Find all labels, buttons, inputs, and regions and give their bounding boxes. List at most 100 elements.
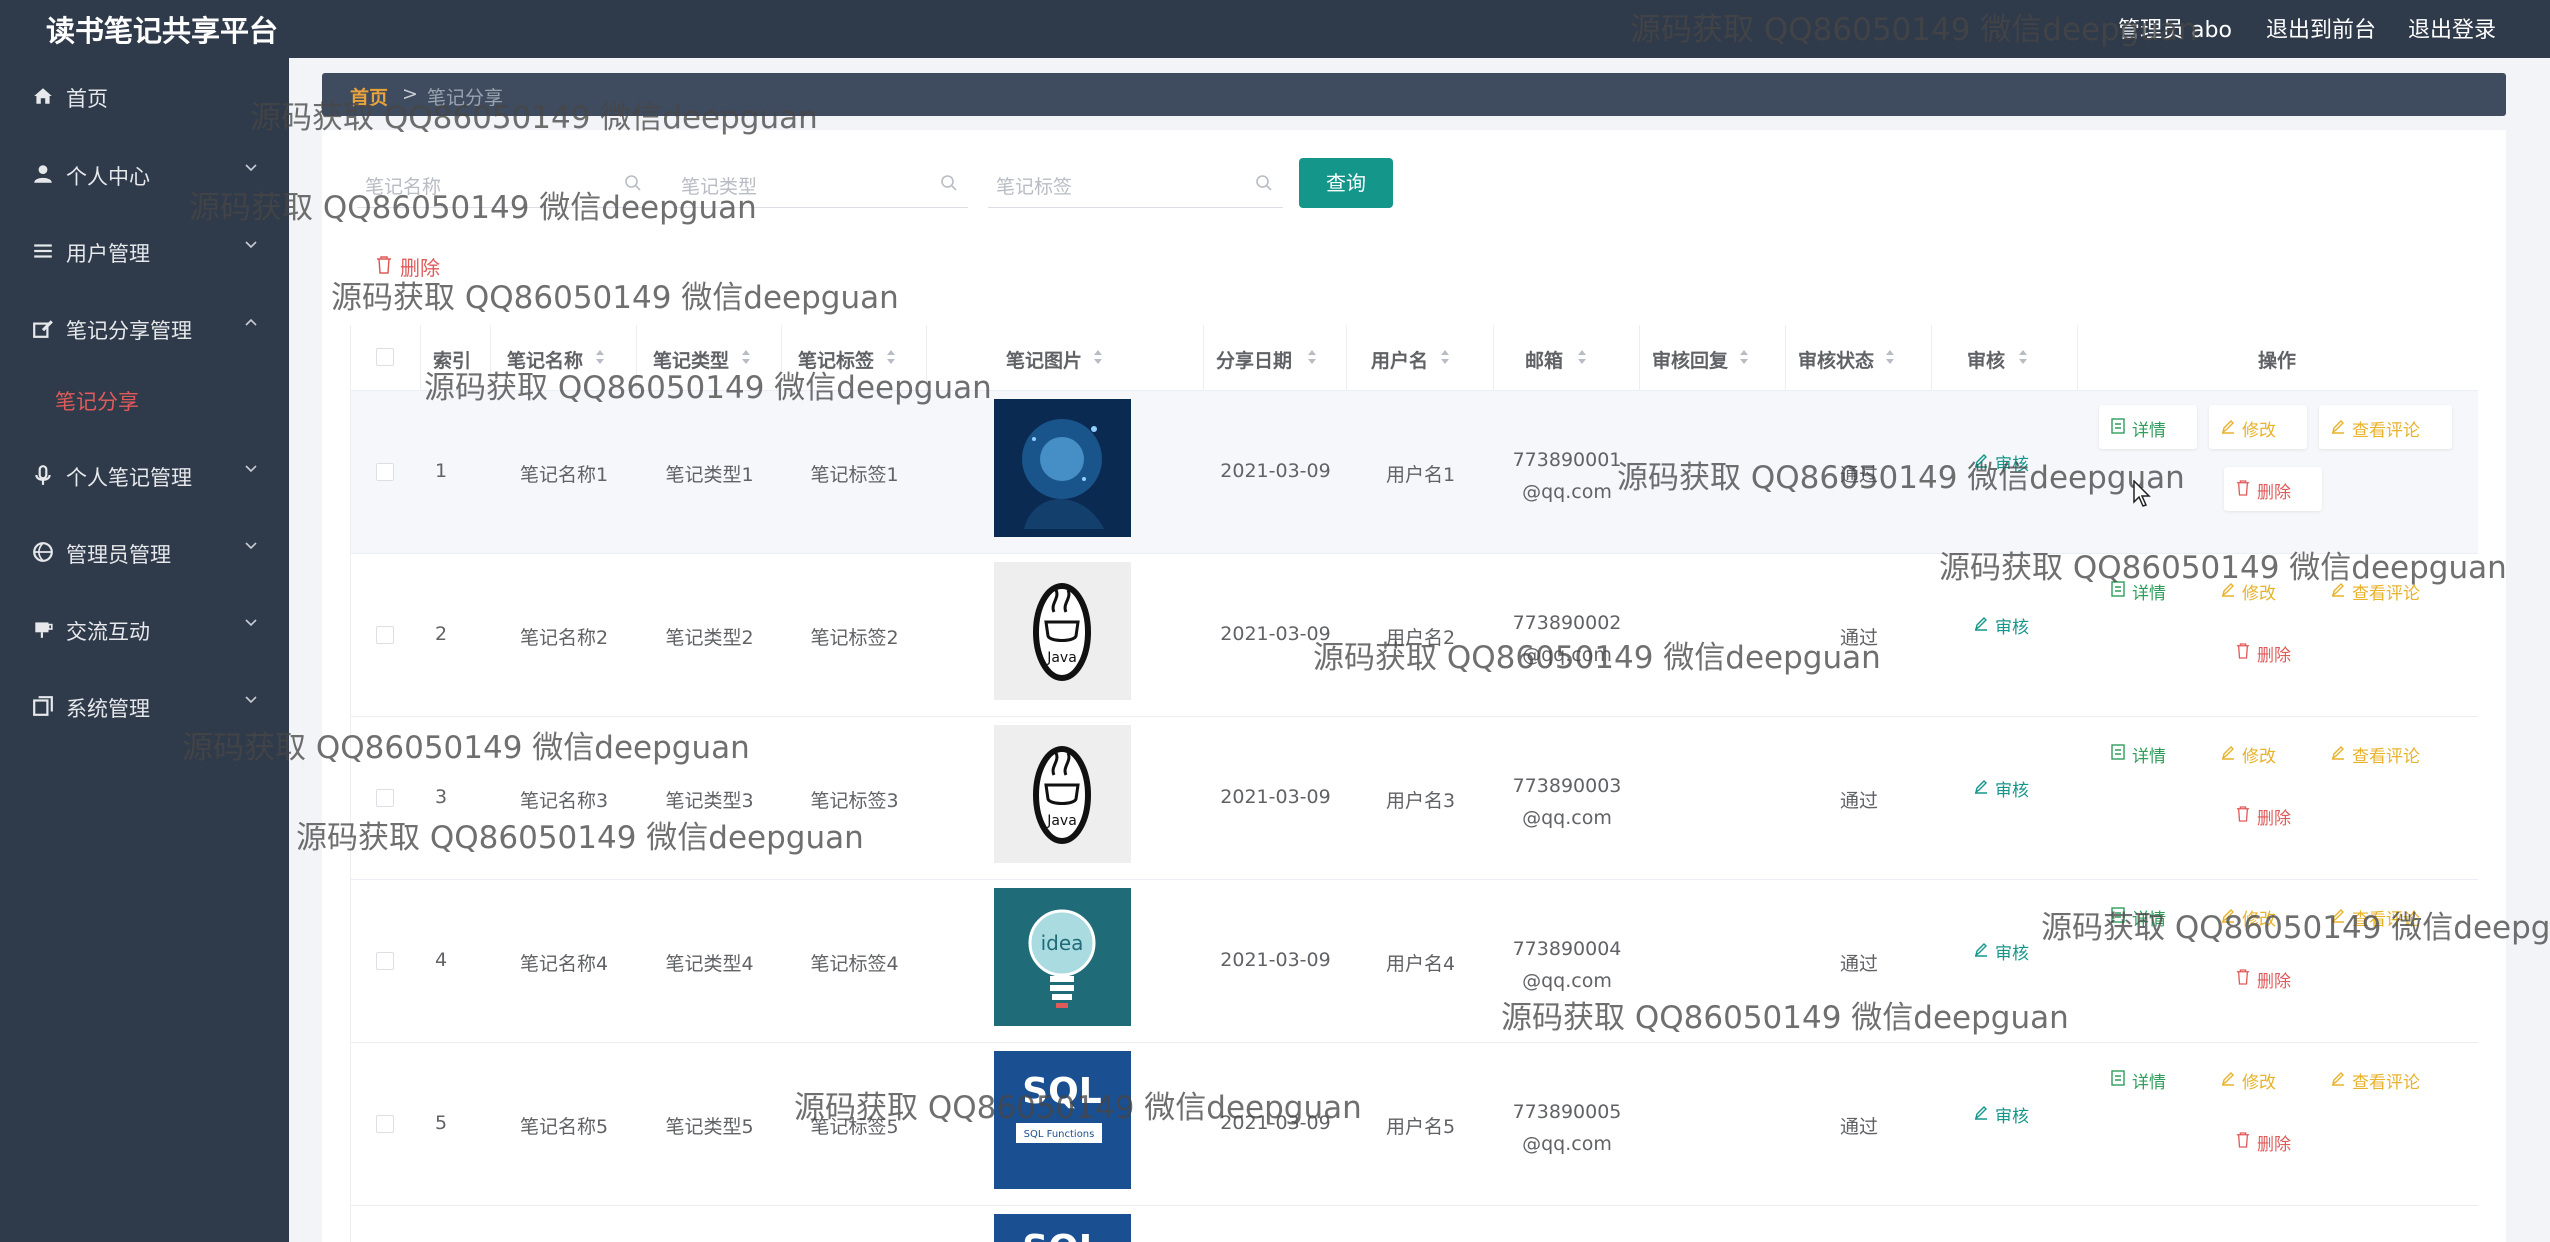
date-value: 2021-03-09	[1220, 460, 1331, 482]
row-checkbox[interactable]	[376, 789, 394, 807]
username-cell: 用户名5	[1347, 1043, 1494, 1206]
sidebar-item-note-share-management[interactable]: 笔记分享管理	[0, 299, 289, 359]
username-cell: 用户名1	[1347, 391, 1494, 554]
sort-icon[interactable]	[1307, 347, 1317, 367]
name-value: 笔记名称3	[519, 790, 609, 812]
username-value: 用户名5	[1385, 1116, 1456, 1138]
watermark: 源码获取 QQ86050149 微信deepguan	[296, 820, 864, 856]
list-icon	[34, 244, 52, 258]
idea-text: idea	[1041, 931, 1084, 955]
sidebar-item-label: 用户管理	[66, 242, 150, 266]
edit-icon	[1974, 1106, 1987, 1120]
java-logo-image[interactable]: Java	[994, 725, 1131, 863]
select-cell	[351, 880, 421, 1043]
status-value: 通过	[1839, 953, 1878, 975]
copy-icon	[33, 696, 53, 716]
delete-button[interactable]: 删除	[2224, 467, 2322, 511]
sidebar-item-interaction[interactable]: 交流互动	[0, 600, 289, 660]
watermark: 源码获取 QQ86050149 微信deepguan	[182, 730, 750, 766]
java-text: Java	[1046, 813, 1077, 829]
chevron-down-icon	[245, 241, 257, 249]
type-value: 笔记类型3	[665, 790, 754, 812]
logout-link[interactable]: 退出登录	[2408, 12, 2496, 44]
sort-icon[interactable]	[1739, 347, 1749, 367]
header-review-reply[interactable]: 审核回复	[1640, 325, 1786, 391]
sort-icon[interactable]	[1093, 347, 1103, 367]
sidebar-item-home[interactable]: 首页	[0, 67, 289, 127]
review-label: 审核	[1995, 781, 2029, 801]
header-review-status[interactable]: 审核状态	[1786, 325, 1932, 391]
index-cell: 1	[421, 391, 491, 554]
type-cell: 笔记类型5	[637, 1043, 782, 1206]
note-tag-search-input[interactable]: 笔记标签	[988, 160, 1283, 208]
sidebar-item-user-management[interactable]: 用户管理	[0, 222, 289, 282]
sql-book-image[interactable]: SQL	[994, 1214, 1131, 1242]
chevron-down-icon	[245, 542, 257, 550]
select-all-checkbox[interactable]	[376, 348, 394, 366]
watermark: 源码获取 QQ86050149 微信deepguan	[1313, 640, 1881, 676]
email-cell: 773890003 @qq.com	[1494, 717, 1640, 880]
query-button[interactable]: 查询	[1299, 158, 1393, 208]
row-checkbox[interactable]	[376, 952, 394, 970]
sort-icon[interactable]	[1440, 347, 1450, 367]
java-logo-image[interactable]: Java	[994, 562, 1131, 700]
watermark: 源码获取 QQ86050149 微信deepguan	[1617, 460, 2185, 496]
email-cell: 773890005 @qq.com	[1494, 1043, 1640, 1206]
actions-cell: 详情 修改 查看评论 删除	[2078, 1043, 2478, 1206]
sidebar-item-admin-management[interactable]: 管理员管理	[0, 523, 289, 583]
home-icon	[34, 88, 52, 104]
delete-label: 删除	[2257, 1135, 2291, 1155]
document-icon	[2111, 418, 2125, 434]
row-checkbox[interactable]	[376, 626, 394, 644]
image-cell: Java	[927, 554, 1204, 717]
globe-icon	[33, 542, 53, 562]
header-label: 操作	[2258, 350, 2297, 372]
detail-button[interactable]: 详情	[2099, 405, 2197, 449]
status-cell: 通过	[1786, 717, 1932, 880]
name-value: 笔记名称2	[519, 627, 609, 649]
name-value: 笔记名称1	[519, 464, 609, 486]
trash-icon	[2236, 806, 2250, 822]
trash-icon	[2236, 969, 2250, 985]
view-comments-label: 查看评论	[2352, 747, 2420, 767]
header-share-date[interactable]: 分享日期	[1204, 325, 1347, 391]
header-review[interactable]: 审核	[1932, 325, 2078, 391]
edit-icon	[2331, 420, 2344, 434]
tag-value: 笔记标签4	[810, 953, 899, 975]
index-cell: 5	[421, 1043, 491, 1206]
name-value: 笔记名称4	[519, 953, 609, 975]
date-cell: 2021-03-09	[1204, 880, 1347, 1043]
edit-icon	[1974, 943, 1987, 957]
sidebar-subitem-note-share[interactable]: 笔记分享	[0, 372, 289, 428]
exit-to-front-link[interactable]: 退出到前台	[2266, 12, 2376, 44]
row-checkbox[interactable]	[376, 1115, 394, 1133]
reply-cell	[1640, 717, 1786, 880]
header-email[interactable]: 邮箱	[1494, 325, 1640, 391]
reply-cell	[1640, 1043, 1786, 1206]
sort-icon[interactable]	[2018, 347, 2028, 367]
trash-icon	[2236, 1132, 2250, 1148]
row-checkbox[interactable]	[376, 463, 394, 481]
ai-head-image[interactable]	[994, 399, 1131, 537]
header-select	[351, 325, 421, 391]
tag-cell: 笔记标签4	[782, 880, 927, 1043]
watermark: 源码获取 QQ86050149 微信deepguan	[331, 280, 899, 316]
watermark: 源码获取 QQ86050149 微信deepguan	[189, 190, 757, 226]
edit-icon	[1974, 780, 1987, 794]
username-value: 用户名1	[1385, 464, 1456, 486]
edit-button[interactable]: 修改	[2209, 405, 2307, 449]
view-comments-button[interactable]: 查看评论	[2319, 405, 2452, 449]
table-row[interactable]: 5 笔记名称5 笔记类型5 笔记标签5 SQL SQL Functions 20…	[351, 1043, 2478, 1206]
name-cell: 笔记名称5	[491, 1043, 637, 1206]
header-label: 审核状态	[1798, 350, 1875, 372]
sort-icon[interactable]	[1885, 347, 1895, 367]
sidebar-item-label: 个人中心	[66, 165, 150, 189]
header-username[interactable]: 用户名	[1347, 325, 1494, 391]
name-cell: 笔记名称4	[491, 880, 637, 1043]
trash-icon	[2236, 643, 2250, 659]
sidebar-item-personal-notes[interactable]: 个人笔记管理	[0, 446, 289, 506]
sort-icon[interactable]	[1577, 347, 1587, 367]
tag-cell: 笔记标签1	[782, 391, 927, 554]
idea-bulb-image[interactable]: idea	[994, 888, 1131, 1026]
table-row[interactable]: SQL	[351, 1206, 2478, 1242]
